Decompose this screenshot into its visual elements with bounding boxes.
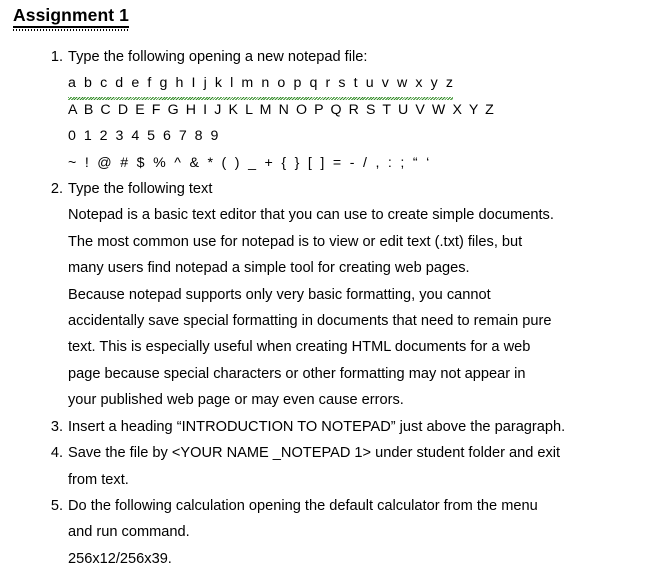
list-item-line-uppercase-alphabet: A B C D E F G H I J K L M N O P Q R S T …	[68, 101, 496, 118]
assignment-task-list: 1. Type the following opening a new note…	[0, 44, 652, 572]
page-title: Assignment 1	[13, 5, 129, 31]
list-item-number: 1.	[50, 49, 63, 65]
spellcheck-marked-text: a b c d e f g h I j k l m n o p q r s t …	[68, 70, 455, 101]
list-item-line-lowercase-alphabet: a b c d e f g h I j k l m n o p q r s t …	[68, 70, 652, 101]
list-item-line-calculation: 256x12/256x39.	[68, 550, 172, 567]
list-item-line: from text.	[68, 471, 129, 488]
list-item-number: 5.	[50, 497, 63, 514]
grammar-check-underline	[13, 29, 129, 31]
paragraph-line: accidentally save special formatting in …	[68, 313, 552, 330]
list-item-line: and run command.	[68, 524, 190, 541]
list-item-number: 4.	[50, 445, 63, 462]
list-item: 5. Do the following calculation opening …	[51, 493, 652, 572]
paragraph-line: Because notepad supports only very basic…	[68, 286, 491, 303]
list-item: 3. Insert a heading “INTRODUCTION TO NOT…	[51, 414, 652, 440]
list-item-line: Type the following opening a new notepad…	[68, 49, 368, 65]
paragraph-line: your published web page or may even caus…	[68, 392, 404, 409]
list-item-line: Do the following calculation opening the…	[68, 497, 538, 514]
paragraph-line: page because special characters or other…	[68, 365, 526, 382]
document-page: Assignment 1 1. Type the following openi…	[0, 0, 652, 567]
paragraph-line: text. This is especially useful when cre…	[68, 339, 531, 356]
list-item-line-symbols: ~ ! @ # $ % ^ & * ( ) _ + { } [ ] = - / …	[68, 154, 432, 171]
page-title-container: Assignment 1	[13, 5, 129, 31]
list-item: 2. Type the following text Notepad is a …	[51, 176, 652, 414]
list-item-line-digits: 0 1 2 3 4 5 6 7 8 9	[68, 128, 221, 145]
paragraph-line: many users find notepad a simple tool fo…	[68, 260, 470, 277]
paragraph-line: The most common use for notepad is to vi…	[68, 233, 523, 250]
list-item-line: Insert a heading “INTRODUCTION TO NOTEPA…	[68, 418, 566, 435]
list-item-number: 2.	[50, 181, 63, 198]
paragraph-line: Notepad is a basic text editor that you …	[68, 207, 554, 224]
list-item-number: 3.	[50, 418, 63, 435]
list-item-line: Save the file by <YOUR NAME _NOTEPAD 1> …	[68, 445, 561, 462]
list-item: 1. Type the following opening a new note…	[51, 44, 652, 176]
list-item: 4. Save the file by <YOUR NAME _NOTEPAD …	[51, 440, 652, 493]
page-title-text: Assignment 1	[13, 5, 129, 25]
list-item-line: Type the following text	[68, 181, 213, 198]
